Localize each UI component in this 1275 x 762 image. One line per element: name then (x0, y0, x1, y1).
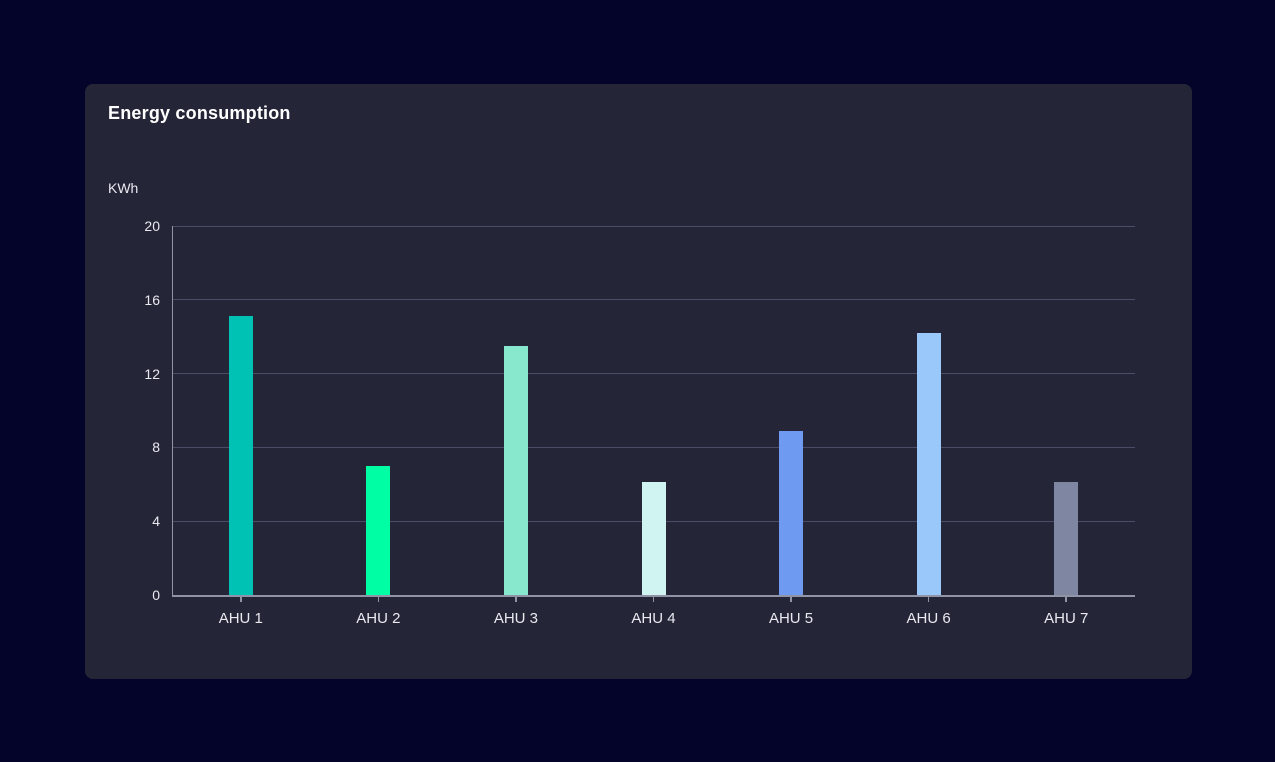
y-axis-tick-label: 0 (120, 586, 160, 604)
bar-ahu-1[interactable] (229, 316, 253, 595)
x-axis-tick-label: AHU 4 (594, 609, 714, 629)
energy-consumption-card: Energy consumption KWh 048121620AHU 1AHU… (85, 84, 1192, 679)
x-axis-tick (240, 597, 242, 602)
y-axis-tick-label: 20 (120, 217, 160, 235)
x-axis-tick (378, 597, 380, 602)
y-axis-tick-label: 12 (120, 365, 160, 383)
x-axis-tick (515, 597, 517, 602)
x-axis-tick-label: AHU 2 (318, 609, 438, 629)
x-axis-tick-label: AHU 1 (181, 609, 301, 629)
y-axis-tick-label: 16 (120, 291, 160, 309)
bar-ahu-5[interactable] (779, 431, 803, 595)
x-axis-tick-label: AHU 5 (731, 609, 851, 629)
x-axis-tick-label: AHU 3 (456, 609, 576, 629)
bar-ahu-2[interactable] (366, 466, 390, 595)
x-axis-tick (653, 597, 655, 602)
x-axis-tick-label: AHU 7 (1006, 609, 1126, 629)
bar-chart: 0 4 8 12 16 20 AHU 1 AHU 2 AHU 3 AHU 4 AHU 5 AHU 6 A… (85, 84, 1192, 679)
gridline-12 (172, 373, 1135, 374)
y-axis-tick-label: 4 (120, 512, 160, 530)
gridline-20 (172, 226, 1135, 227)
x-axis-tick (1065, 597, 1067, 602)
gridline-8 (172, 447, 1135, 448)
bar-ahu-3[interactable] (504, 346, 528, 595)
y-axis-line (172, 226, 173, 595)
bar-ahu-4[interactable] (642, 482, 666, 595)
bar-ahu-7[interactable] (1054, 482, 1078, 595)
gridline-16 (172, 299, 1135, 300)
x-axis-tick (928, 597, 930, 602)
x-axis-tick (790, 597, 792, 602)
x-axis-tick-label: AHU 6 (869, 609, 989, 629)
y-axis-tick-label: 8 (120, 438, 160, 456)
bar-ahu-6[interactable] (917, 333, 941, 595)
